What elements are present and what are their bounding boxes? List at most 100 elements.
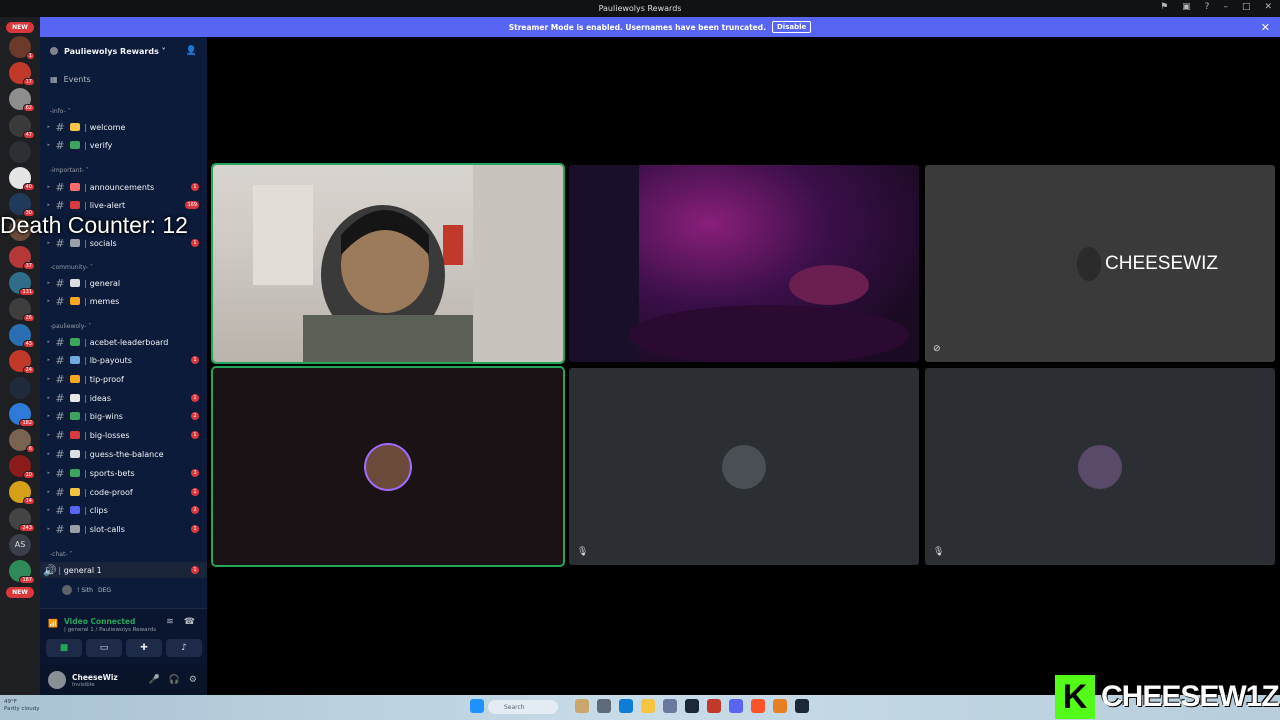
task-view-icon[interactable] [597,699,611,713]
chevron-right-icon[interactable]: ▸ [40,202,50,208]
discord-icon[interactable] [729,699,743,713]
signal-icon[interactable]: 📶 [48,619,58,628]
video-tile-user-4[interactable] [211,366,565,567]
channel-memes[interactable]: ▸ # | memes [40,293,207,309]
chevron-right-icon[interactable]: ▸ [40,489,50,495]
voice-channel-general-1[interactable]: 🔊 | general 1 1 [40,562,207,578]
category-info[interactable]: -info- ˅ [50,108,71,115]
headphones-icon[interactable]: 🎧 [169,675,180,685]
activities-button[interactable]: ✚ [126,639,162,657]
server-icon[interactable]: 14 [9,481,35,506]
app-icon[interactable] [773,699,787,713]
video-tile-user-6[interactable]: 🎙 [925,368,1275,565]
chevron-right-icon[interactable]: ▸ [40,395,50,401]
server-icon[interactable]: 17 [9,62,35,87]
disconnect-icon[interactable]: ☎ [184,617,195,627]
server-icon[interactable]: 1 [9,36,35,60]
chevron-right-icon[interactable]: ▸ [40,507,50,513]
weather-widget[interactable]: 49°F Partly cloudy [4,699,40,713]
settings-icon[interactable]: ⚙ [189,675,197,685]
chevron-right-icon[interactable]: ▸ [40,376,50,382]
app-icon[interactable] [707,699,721,713]
channel-announcements[interactable]: ▸ # | announcements 1 [40,179,207,195]
start-icon[interactable] [470,699,484,713]
server-icon[interactable]: 6 [9,429,35,453]
category-important[interactable]: -important- ˅ [50,167,89,174]
steam-icon[interactable] [795,699,809,713]
server-icon[interactable] [9,140,31,163]
chevron-right-icon[interactable]: ▸ [40,142,50,148]
brave-icon[interactable] [751,699,765,713]
microphone-icon[interactable]: 🎤 [148,675,159,685]
channel-general[interactable]: ▸ # | general [40,275,207,291]
category-community[interactable]: -community- ˅ [50,264,93,271]
video-tile-user-5[interactable]: 🎙 [569,368,919,565]
channel-slot-calls[interactable]: ▸ # | slot-calls 1 [40,521,207,537]
channel-acebet-leaderboard[interactable]: ▸ # | acebet-leaderboard [40,334,207,350]
channel-lb-payouts[interactable]: ▸ # | lb-payouts 1 [40,352,207,368]
server-icon[interactable]: 24 [9,350,35,375]
voice-location[interactable]: | general 1 / Pauliewolys Rewards [64,627,156,633]
chevron-right-icon[interactable]: ▸ [40,280,50,286]
chevron-right-icon[interactable]: ▸ [40,413,50,419]
close-window-icon[interactable]: ✕ [1264,2,1272,12]
server-icon[interactable]: 40 [9,167,35,191]
chevron-right-icon[interactable]: ▸ [40,526,50,532]
chevron-right-icon[interactable]: ▸ [40,432,50,438]
chevron-right-icon[interactable]: ▸ [40,240,50,246]
server-icon[interactable]: 37 [9,245,35,270]
video-tile-user-2[interactable] [569,165,919,362]
inbox-icon[interactable]: ⚑ [1160,2,1168,12]
soundboard-button[interactable]: ♪ [166,639,202,657]
invite-people-icon[interactable]: 👤 [186,46,197,56]
server-icon[interactable]: 43 [9,324,35,349]
channel-clips[interactable]: ▸ # | clips 2 [40,502,207,518]
voice-status[interactable]: Video Connected [64,617,135,626]
camera-button[interactable]: ■ [46,639,82,657]
minimize-icon[interactable]: – [1223,2,1228,12]
edge-icon[interactable] [619,699,633,713]
channel-guess-the-balance[interactable]: ▸ # | guess-the-balance [40,446,207,462]
events-item[interactable]: ▦ Events [50,75,91,84]
voice-user[interactable]: ! Sith DEG [62,583,207,597]
help-icon[interactable]: ? [1205,2,1210,12]
server-icon[interactable] [9,376,31,399]
category-pauliewoly[interactable]: -pauliewoly- ˅ [50,323,91,330]
chevron-right-icon[interactable]: ▸ [40,184,50,190]
server-icon[interactable]: 47 [9,114,35,139]
server-icon[interactable]: 62 [9,88,35,113]
chevron-right-icon[interactable]: ▸ [40,451,50,457]
chevron-right-icon[interactable]: ▸ [40,339,50,345]
channel-big-wins[interactable]: ▸ # | big-wins 2 [40,408,207,424]
channel-sports-bets[interactable]: ▸ # | sports-bets 3 [40,465,207,481]
screen-share-button[interactable]: ▭ [86,639,122,657]
username[interactable]: CheeseWiz [72,673,118,682]
channel-ideas[interactable]: ▸ # | ideas 1 [40,390,207,406]
channel-tip-proof[interactable]: ▸ # | tip-proof [40,371,207,387]
server-icon[interactable]: 243 [9,507,35,532]
noise-suppression-icon[interactable]: ≋ [166,617,174,627]
avatar[interactable] [48,671,66,689]
chevron-right-icon[interactable]: ▸ [40,298,50,304]
video-tile-cheesewiz[interactable]: CHEESEWIZ ⊘ [925,165,1275,362]
app-icon[interactable] [575,699,589,713]
channel-code-proof[interactable]: ▸ # | code-proof 1 [40,484,207,500]
channel-welcome[interactable]: ▸ # | welcome [40,119,207,135]
screen-icon[interactable]: ▣ [1182,2,1191,12]
close-banner-icon[interactable]: ✕ [1261,21,1270,34]
steam-icon[interactable] [685,699,699,713]
server-icon[interactable]: 131 [9,271,35,296]
chevron-right-icon[interactable]: ▸ [40,470,50,476]
file-explorer-icon[interactable] [641,699,655,713]
channel-big-losses[interactable]: ▸ # | big-losses 1 [40,427,207,443]
chevron-right-icon[interactable]: ▸ [40,357,50,363]
app-icon[interactable] [663,699,677,713]
server-icon[interactable]: AS [9,533,31,556]
category-chat[interactable]: -chat- ˅ [50,551,72,558]
server-icon[interactable]: 26 [9,298,35,322]
channel-verify[interactable]: ▸ # | verify [40,137,207,153]
server-icon[interactable]: 187 [9,560,35,584]
server-header[interactable]: Pauliewolys Rewards ˅ 👤 [40,37,207,65]
maximize-icon[interactable]: □ [1242,2,1251,12]
video-tile-streamer[interactable] [211,163,565,364]
